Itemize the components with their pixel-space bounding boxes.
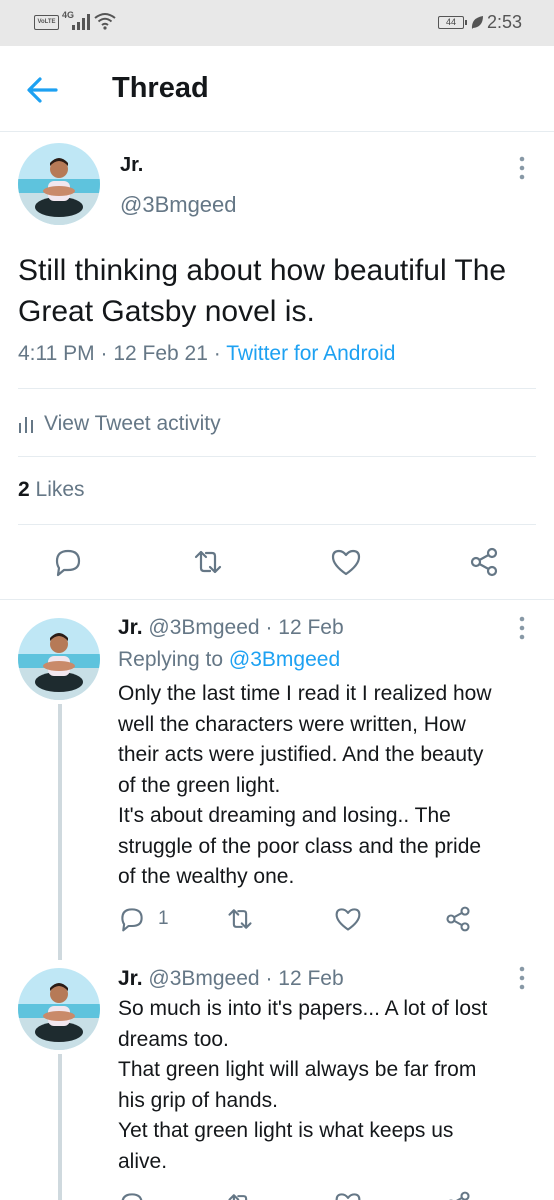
- reply-text-line: dreams too.: [118, 1027, 229, 1051]
- retweet-icon[interactable]: [226, 1190, 254, 1200]
- view-tweet-activity-button[interactable]: View Tweet activity: [18, 409, 221, 439]
- reply-text-line: It's about dreaming and losing.. The: [118, 804, 451, 827]
- author-name[interactable]: Jr.: [120, 154, 143, 177]
- avatar[interactable]: [18, 143, 100, 225]
- power-saving-leaf-icon: [471, 16, 483, 29]
- reply-text-line: of the wealthy one.: [118, 865, 295, 888]
- reply-date: 12 Feb: [278, 616, 344, 639]
- more-options-icon[interactable]: [514, 964, 530, 992]
- volte-icon: VoLTE: [34, 15, 59, 30]
- reply-author-name[interactable]: Jr.: [118, 616, 143, 639]
- like-heart-icon[interactable]: [330, 546, 362, 578]
- reply-text: Only the last time I read it I realized …: [118, 679, 538, 893]
- tweet-text: Still thinking about how beautiful The G…: [18, 254, 507, 328]
- reply-text-line: alive.: [118, 1149, 168, 1173]
- battery-icon: 44: [438, 16, 467, 29]
- reply-text-line: his grip of hands.: [118, 1088, 278, 1112]
- tweet-meta: 4:11 PM · 12 Feb 21 · Twitter for Androi…: [18, 342, 395, 366]
- divider: [18, 524, 536, 525]
- meta-separator: ·: [265, 616, 273, 639]
- reply-text-line: their acts were justified. And the beaut…: [118, 743, 484, 766]
- meta-separator: ·: [265, 967, 273, 990]
- retweet-icon[interactable]: [226, 905, 254, 933]
- status-time: 2:53: [487, 12, 523, 32]
- thread-header: Thread: [0, 46, 554, 132]
- divider: [0, 599, 554, 600]
- activity-label: View Tweet activity: [44, 412, 221, 435]
- reply-text-line: That green light will always be far from: [118, 1058, 477, 1081]
- reply-text: So much is into it's papers... A lot of …: [118, 994, 538, 1177]
- retweet-icon[interactable]: [192, 546, 224, 578]
- signal-icon: [72, 14, 90, 30]
- divider: [18, 456, 536, 457]
- reply-header: Jr. @3Bmgeed · 12 Feb: [118, 616, 344, 640]
- reply-text-line: Only the last time I read it I realized …: [118, 682, 492, 705]
- avatar[interactable]: [18, 618, 100, 700]
- status-bar: VoLTE 4G 44 2:53: [0, 0, 554, 46]
- likes-count: 2: [18, 478, 30, 501]
- reply-icon[interactable]: [118, 905, 146, 933]
- likes-count-link[interactable]: 2 Likes: [18, 478, 85, 502]
- reply-header: Jr. @3Bmgeed · 12 Feb: [118, 967, 344, 991]
- like-heart-icon[interactable]: [334, 1190, 362, 1200]
- replying-to: Replying to @3Bmgeed: [118, 648, 340, 672]
- reply-icon[interactable]: [118, 1190, 146, 1200]
- thread-connector-line: [58, 704, 62, 960]
- tweet-time: 4:11 PM: [18, 342, 95, 365]
- reply-text-line: well the characters were written, How: [118, 712, 466, 736]
- thread-connector-line: [58, 1054, 62, 1200]
- meta-separator: ·: [100, 342, 108, 365]
- like-heart-icon[interactable]: [334, 905, 362, 933]
- arrow-left-icon[interactable]: [22, 72, 62, 108]
- replying-to-label: Replying to: [118, 648, 224, 671]
- meta-separator: ·: [213, 342, 221, 365]
- reply-author-handle[interactable]: @3Bmgeed: [148, 967, 259, 990]
- reply-text-line: of the green light.: [118, 773, 281, 797]
- author-handle[interactable]: @3Bmgeed: [120, 192, 237, 218]
- reply-text-line: Yet that green light is what keeps us: [118, 1119, 454, 1142]
- reply-text-line: So much is into it's papers... A lot of …: [118, 997, 488, 1020]
- more-options-icon[interactable]: [514, 154, 530, 182]
- analytics-icon: [19, 417, 33, 433]
- reply-count: 1: [158, 908, 169, 929]
- reply-icon[interactable]: [52, 546, 84, 578]
- reply-date: 12 Feb: [278, 967, 344, 990]
- tweet-date: 12 Feb 21: [113, 342, 208, 365]
- tweet-source-link[interactable]: Twitter for Android: [226, 342, 395, 365]
- share-icon[interactable]: [444, 1190, 472, 1200]
- likes-label: Likes: [35, 478, 85, 501]
- replying-to-mention[interactable]: @3Bmgeed: [229, 648, 340, 671]
- page-title: Thread: [112, 72, 209, 104]
- more-options-icon[interactable]: [514, 614, 530, 642]
- divider: [18, 388, 536, 389]
- wifi-icon: [94, 13, 116, 30]
- share-icon[interactable]: [468, 546, 500, 578]
- reply-text-line: struggle of the poor class and the pride: [118, 834, 482, 858]
- share-icon[interactable]: [444, 905, 472, 933]
- reply-author-name[interactable]: Jr.: [118, 967, 143, 990]
- avatar[interactable]: [18, 968, 100, 1050]
- reply-author-handle[interactable]: @3Bmgeed: [148, 616, 259, 639]
